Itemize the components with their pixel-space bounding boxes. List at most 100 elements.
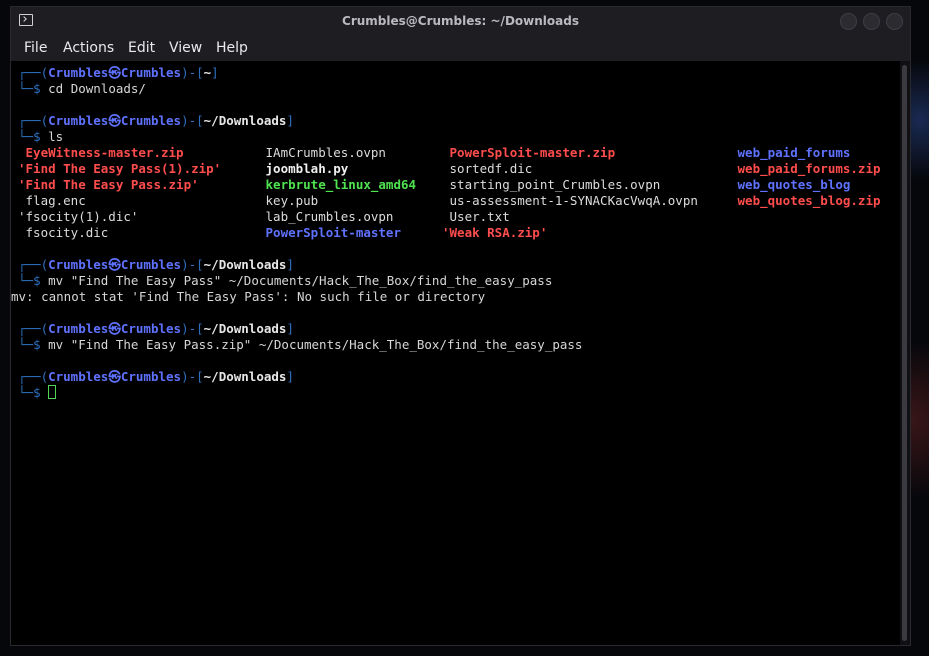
prompt-corner: └─ [18,385,34,400]
prompt-frame: ] [286,321,294,336]
ls-entry: kerbrute_linux_amd64 [258,177,417,192]
command-line: └─$ cd Downloads/ [18,81,582,97]
prompt-host: Crumbles [120,65,182,80]
prompt-corner: └─ [18,273,34,288]
prompt-directory: ~/Downloads [203,321,287,336]
ls-entry: PowerSploit-master [258,225,401,240]
close-button[interactable] [886,13,903,30]
ls-entry: fsocity.dic [18,225,109,240]
terminal-lines: ┌──(Crumbles㉿Crumbles)-[~] └─$ cd Downloa… [11,65,881,401]
command-line: └─$ mv "Find The Easy Pass" ~/Documents/… [18,273,582,289]
prompt-dollar: $ [33,129,41,144]
prompt-frame: ┌──( [18,113,49,128]
ls-row: fsocity.dic PowerSploit-master 'Weak RSA.… [18,225,582,241]
prompt-line: ┌──(Crumbles㉿Crumbles)-[~/Downloads] [18,369,582,385]
command-line: └─$ mv "Find The Easy Pass.zip" ~/Docume… [18,337,582,353]
command-line: └─$ [18,385,582,401]
prompt-frame: ] [211,65,219,80]
ls-entry: 'Find The Easy Pass(1).zip' [18,161,222,176]
command-text: cd Downloads/ [48,81,146,96]
prompt-user: Crumbles [48,65,109,80]
ls-row: 'Find The Easy Pass(1).zip' joomblah.py … [18,161,881,177]
prompt-corner: └─ [18,337,34,352]
prompt-user: Crumbles [48,321,109,336]
menu-edit[interactable]: Edit [128,40,155,56]
ls-entry: User.txt [442,209,510,224]
menu-actions[interactable]: Actions [63,40,114,56]
scrollbar[interactable] [900,61,910,645]
prompt-frame: ┌──( [18,369,49,384]
prompt-dollar: $ [33,337,41,352]
ls-entry: web_quotes_blog.zip [730,193,881,208]
ls-row: flag.enc key.pub us-assessment-1-SYNACKa… [18,193,881,209]
prompt-user: Crumbles [48,369,109,384]
ls-entry: web_quotes_blog [730,177,851,192]
prompt-host: Crumbles [120,369,182,384]
minimize-button[interactable] [840,13,857,30]
prompt-at-symbol: ㉿ [108,369,121,384]
command-output: mv: cannot stat 'Find The Easy Pass': No… [11,289,486,304]
prompt-frame: )-[ [181,113,204,128]
prompt-corner: └─ [18,129,34,144]
prompt-frame: ] [286,113,294,128]
terminal-window: Crumbles@Crumbles: ~/Downloads File Acti… [10,6,911,646]
menu-bar: File Actions Edit View Help [11,36,910,61]
ls-entry: 'fsocity(1).dic' [18,209,139,224]
ls-entry: PowerSploit-master.zip [442,145,616,160]
prompt-frame: ┌──( [18,321,49,336]
prompt-directory: ~/Downloads [203,257,287,272]
prompt-frame: )-[ [181,369,204,384]
ls-entry: flag.enc [18,193,86,208]
prompt-line: ┌──(Crumbles㉿Crumbles)-[~/Downloads] [18,113,582,129]
prompt-host: Crumbles [120,321,182,336]
ls-row: 'Find The Easy Pass.zip' kerbrute_linux_… [18,177,850,193]
prompt-frame: ] [286,257,294,272]
prompt-frame: ] [286,369,294,384]
ls-entry: sortedf.dic [442,161,533,176]
prompt-at-symbol: ㉿ [108,113,121,128]
prompt-line: ┌──(Crumbles㉿Crumbles)-[~/Downloads] [18,321,582,337]
scrollbar-thumb[interactable] [902,65,907,641]
prompt-at-symbol: ㉿ [108,65,121,80]
prompt-frame: ┌──( [18,65,49,80]
ls-entry: starting_point_Crumbles.ovpn [442,177,661,192]
prompt-corner: └─ [18,81,34,96]
error-output: mv: cannot stat 'Find The Easy Pass': No… [11,289,582,305]
window-title: Crumbles@Crumbles: ~/Downloads [342,14,579,28]
ls-entry: us-assessment-1-SYNACKacVwqA.ovpn [442,193,698,208]
ls-entry: joomblah.py [258,161,349,176]
command-text: mv "Find The Easy Pass.zip" ~/Documents/… [48,337,583,352]
ls-entry: key.pub [258,193,319,208]
prompt-user: Crumbles [48,113,109,128]
ls-entry: web_paid_forums [730,145,851,160]
prompt-directory: ~/Downloads [203,113,287,128]
title-bar[interactable]: Crumbles@Crumbles: ~/Downloads [11,7,910,36]
ls-row: EyeWitness-master.zip IAmCrumbles.ovpn P… [18,145,851,161]
menu-file[interactable]: File [24,40,47,56]
ls-row: 'fsocity(1).dic' lab_Crumbles.ovpn User.… [18,209,582,225]
prompt-line: ┌──(Crumbles㉿Crumbles)-[~] [18,65,582,81]
prompt-at-symbol: ㉿ [108,257,121,272]
ls-entry: lab_Crumbles.ovpn [258,209,394,224]
maximize-button[interactable] [863,13,880,30]
prompt-frame: )-[ [181,257,204,272]
prompt-line: ┌──(Crumbles㉿Crumbles)-[~/Downloads] [18,257,582,273]
ls-entry: EyeWitness-master.zip [18,145,184,160]
ls-entry: 'Find The Easy Pass.zip' [18,177,199,192]
menu-view[interactable]: View [169,40,202,56]
prompt-dollar: $ [33,81,41,96]
prompt-host: Crumbles [120,257,182,272]
prompt-frame: ┌──( [18,257,49,272]
command-text: ls [48,129,64,144]
prompt-dollar: $ [33,385,41,400]
prompt-host: Crumbles [120,113,182,128]
menu-help[interactable]: Help [216,40,248,56]
terminal-output[interactable]: ┌──(Crumbles㉿Crumbles)-[~] └─$ cd Downloa… [11,61,900,645]
text-cursor [48,385,57,399]
ls-entry: web_paid_forums.zip [730,161,881,176]
ls-entry: 'Weak RSA.zip' [442,225,548,240]
